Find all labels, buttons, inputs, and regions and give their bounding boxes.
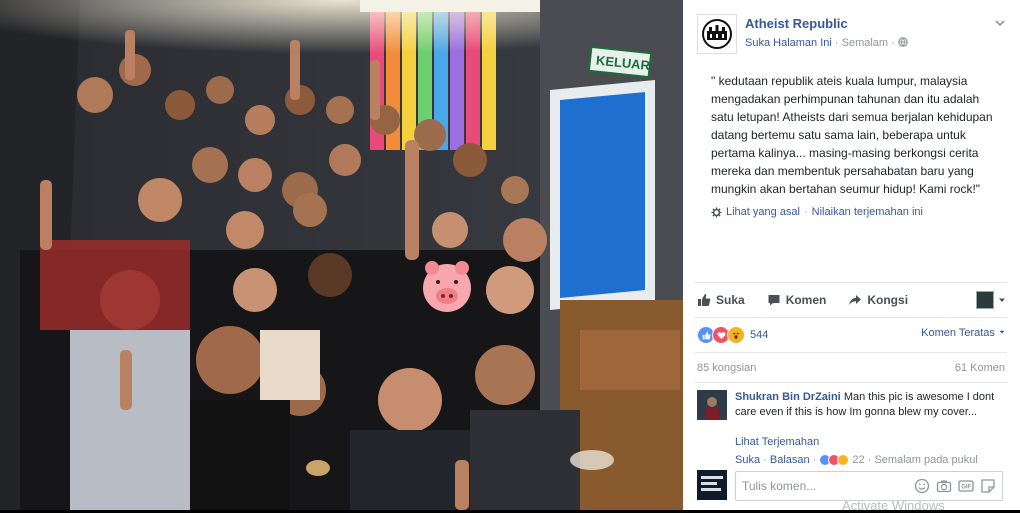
like-label: Suka [716,293,745,307]
user-avatar [976,291,994,309]
gif-icon[interactable]: GIF [958,478,974,494]
post-actions: Suka Komen Kongsi [697,291,1007,309]
wow-reaction-icon [727,326,745,344]
emoji-icon[interactable] [914,478,930,494]
separator-dot: · [809,454,820,466]
rate-translation-link[interactable]: Nilaikan terjemahan ini [812,206,923,218]
comment-input-placeholder: Tulis komen... [742,479,817,493]
reaction-summary[interactable]: 544 [697,326,768,344]
svg-text:GIF: GIF [961,485,971,491]
post-photo[interactable]: KELUAR [0,0,683,510]
divider [695,382,1007,383]
engagement-counts: 85 kongsian 61 Komen [697,362,1005,374]
comment-icon [768,295,780,306]
comment-reply-link[interactable]: Balasan [770,454,810,466]
current-user-avatar [697,470,727,500]
meta-separator-2: · [891,37,898,49]
post-header: Atheist Republic Suka Halaman Ini · Sema… [697,14,1007,58]
comment-reaction-count: 22 [852,454,865,466]
caret-down-icon [999,330,1005,334]
activate-windows-watermark: Activate Windows [842,498,945,513]
separator-dot: · [804,206,808,218]
gear-icon [711,206,722,218]
comment-input[interactable]: Tulis komen... GIF [735,471,1003,501]
comment-sort-dropdown[interactable]: Komen Teratas [921,327,1006,339]
page-name-link[interactable]: Atheist Republic [745,16,848,31]
post-meta: Suka Halaman Ini · Semalam · [745,37,908,49]
share-label: Kongsi [867,293,909,307]
comment-reactions[interactable]: 22 [819,454,865,466]
group-selfie-photo: KELUAR [0,0,683,510]
post-time[interactable]: Semalam [842,37,888,49]
sticker-icon[interactable] [980,478,996,494]
camera-icon[interactable] [936,478,952,494]
caret-down-icon [999,298,1005,302]
comment-time[interactable]: Semalam pada pukul [874,454,977,466]
see-translation-link[interactable]: Lihat Terjemahan [735,436,819,448]
post-sidebar: Atheist Republic Suka Halaman Ini · Sema… [683,0,1020,510]
like-button[interactable]: Suka [697,293,745,307]
comment-label: Komen [785,293,827,307]
share-button[interactable]: Kongsi [848,293,908,307]
separator-dot: · [760,454,770,466]
comment-count[interactable]: 61 Komen [955,362,1005,374]
post-as-selector[interactable] [976,291,1007,309]
thumbs-up-icon [698,294,711,306]
meta-separator: · [834,37,842,49]
translation-row: Lihat yang asal · Nilaikan terjemahan in… [711,206,923,218]
reaction-count[interactable]: 544 [750,329,768,341]
chevron-down-icon[interactable] [993,16,1007,30]
comment-like-link[interactable]: Suka [735,454,760,466]
pig-face-sticker [423,261,471,312]
see-original-link[interactable]: Lihat yang asal [726,206,800,218]
post-text: " kedutaan republik ateis kuala lumpur, … [711,74,993,196]
divider [695,352,1007,353]
comment-footer: Suka · Balasan · 22 · Semalam pada pukul [735,454,978,466]
separator-dot: · [864,454,875,466]
share-count[interactable]: 85 kongsian [697,362,756,374]
share-arrow-icon [849,295,862,305]
divider [695,317,1007,318]
comment-body: Shukran Bin DrZaini Man this pic is awes… [735,390,1001,420]
atheist-republic-logo-icon [702,19,732,49]
commenter-avatar[interactable] [697,390,727,420]
like-page-link[interactable]: Suka Halaman Ini [745,37,832,49]
commenter-name[interactable]: Shukran Bin DrZaini [735,391,841,403]
comment-sort-label: Komen Teratas [921,327,995,339]
page-avatar[interactable] [697,14,737,54]
comment-button[interactable]: Komen [767,293,827,307]
divider [695,282,1007,283]
wow-reaction-icon [837,454,850,466]
composer-tools: GIF [914,478,996,494]
globe-icon [898,37,908,47]
